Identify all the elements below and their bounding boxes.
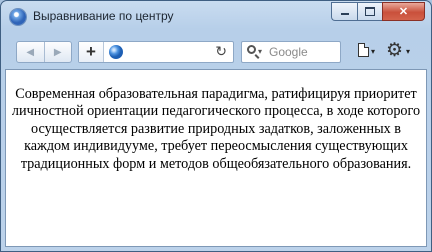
- plus-icon: +: [86, 42, 96, 61]
- navigation-toolbar: ◀ ▶ + ↻ ▾ Google ▾ ⚙ ▾: [1, 33, 431, 69]
- add-tab-button[interactable]: +: [79, 42, 104, 62]
- globe-icon: [109, 45, 123, 59]
- history-buttons: ◀ ▶: [16, 41, 72, 63]
- gear-icon: ⚙: [386, 40, 404, 61]
- chevron-down-icon: ▾: [406, 47, 411, 56]
- close-button[interactable]: ✕: [382, 2, 425, 21]
- browser-app-icon: [10, 9, 26, 25]
- centered-paragraph: Современная образовательная парадигма, р…: [11, 86, 421, 172]
- page-viewport[interactable]: Современная образовательная парадигма, р…: [5, 69, 427, 247]
- minimize-button[interactable]: [331, 2, 357, 21]
- search-box[interactable]: ▾ Google: [241, 41, 341, 63]
- arrow-right-icon: ▶: [53, 46, 62, 58]
- page-menu-button[interactable]: ▾: [356, 43, 380, 61]
- window-controls: ✕: [331, 2, 425, 21]
- close-icon: ✕: [398, 6, 409, 18]
- browser-window: Выравнивание по центру ✕ ◀ ▶ + ↻ ▾ Googl…: [0, 0, 432, 252]
- title-bar[interactable]: Выравнивание по центру ✕: [1, 1, 431, 33]
- page-icon: [358, 43, 369, 57]
- reload-icon[interactable]: ↻: [215, 43, 227, 60]
- arrow-left-icon: ◀: [26, 46, 35, 58]
- back-button[interactable]: ◀: [17, 42, 44, 62]
- tools-menu-button[interactable]: ⚙ ▾: [386, 41, 416, 61]
- window-title: Выравнивание по центру: [33, 9, 174, 23]
- chevron-down-icon: ▾: [371, 47, 376, 56]
- search-icon: [247, 45, 256, 54]
- minimize-icon: [340, 13, 349, 15]
- forward-button[interactable]: ▶: [43, 42, 72, 62]
- address-bar[interactable]: + ↻: [78, 41, 234, 63]
- search-engine-dropdown-icon[interactable]: ▾: [258, 47, 262, 56]
- maximize-icon: [365, 7, 375, 16]
- search-placeholder: Google: [269, 45, 308, 59]
- maximize-button[interactable]: [357, 2, 382, 21]
